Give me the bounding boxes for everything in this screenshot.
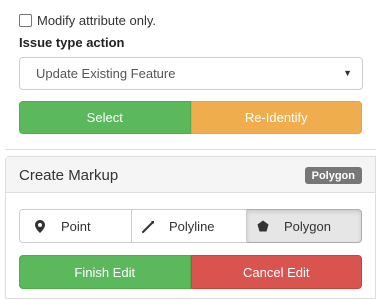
geometry-type-badge: Polygon (304, 167, 362, 184)
reidentify-button[interactable]: Re-Identify (190, 101, 362, 134)
polyline-tool-label: Polyline (169, 218, 215, 234)
issue-type-label: Issue type action (19, 35, 125, 50)
map-marker-icon (33, 219, 47, 233)
polyline-tool-button[interactable]: Polyline (132, 209, 247, 243)
point-tool-label: Point (61, 218, 91, 234)
point-tool-button[interactable]: Point (19, 209, 132, 243)
modify-attribute-only-label: Modify attribute only. (37, 13, 156, 28)
identify-button-group: Select Re-Identify (19, 101, 362, 134)
identify-panel: Modify attribute only. Issue type action… (5, 0, 376, 150)
issue-type-select[interactable]: Update Existing Feature ▼ (19, 57, 363, 90)
polyline-icon (141, 219, 155, 233)
polygon-tool-button[interactable]: Polygon (247, 209, 362, 243)
polygon-icon (256, 219, 270, 233)
chevron-down-icon: ▼ (343, 68, 352, 78)
create-markup-header: Create Markup Polygon (6, 157, 375, 193)
cancel-edit-button[interactable]: Cancel Edit (190, 255, 362, 289)
create-markup-title: Create Markup (19, 167, 119, 184)
issue-type-selected-value: Update Existing Feature (36, 66, 176, 81)
select-button[interactable]: Select (19, 101, 191, 134)
polygon-tool-label: Polygon (284, 218, 331, 234)
edit-action-group: Finish Edit Cancel Edit (19, 255, 362, 289)
modify-attribute-only-option[interactable]: Modify attribute only. (19, 13, 156, 28)
markup-tool-group: Point Polyline Polygon (19, 209, 362, 243)
create-markup-panel: Create Markup Polygon Point Polyline Pol… (5, 156, 376, 299)
finish-edit-button[interactable]: Finish Edit (19, 255, 191, 289)
modify-attribute-only-checkbox[interactable] (19, 14, 32, 27)
